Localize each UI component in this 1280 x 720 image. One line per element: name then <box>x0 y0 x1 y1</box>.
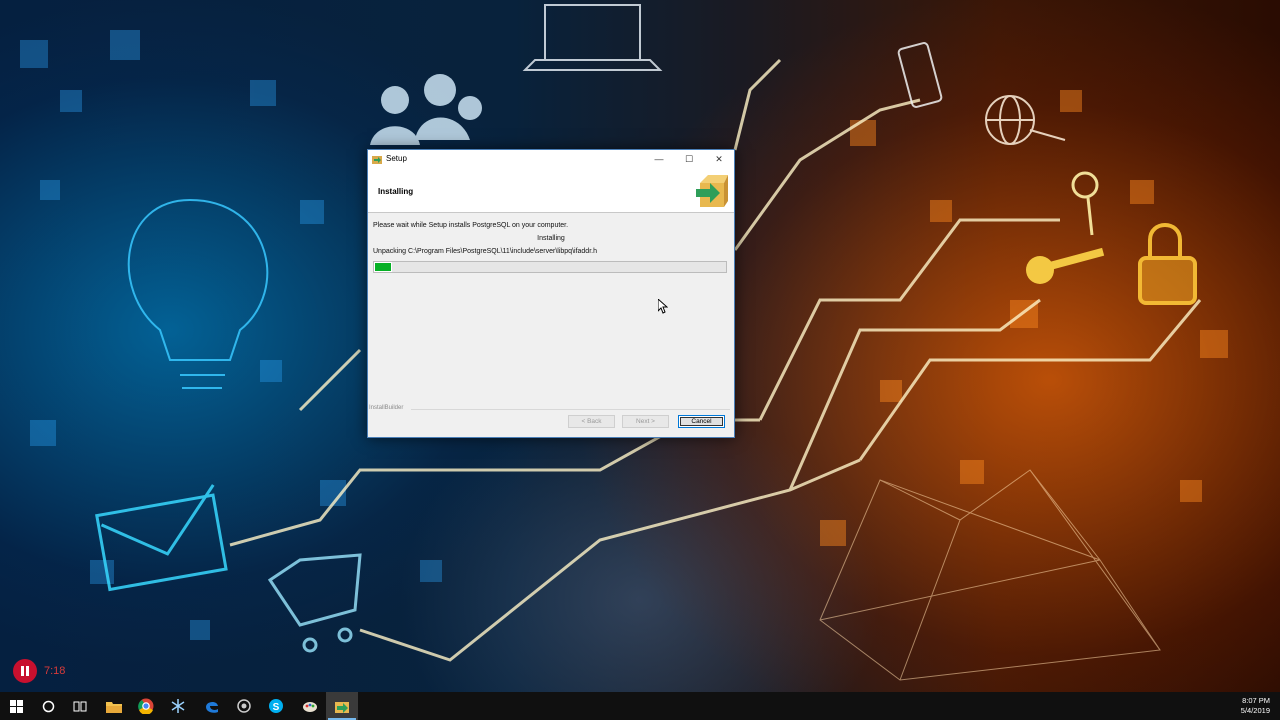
windows-start-icon[interactable] <box>0 692 32 720</box>
back-button[interactable]: < Back <box>568 415 615 428</box>
clock-time: 8:07 PM <box>1242 696 1270 705</box>
current-file-text: Unpacking C:\Program Files\PostgreSQL\11… <box>373 248 597 255</box>
phone-graphic <box>897 42 943 108</box>
status-text: Installing <box>537 235 565 242</box>
chrome-icon[interactable] <box>130 692 162 720</box>
maximize-button[interactable]: ☐ <box>674 150 704 169</box>
setup-app-icon <box>372 156 382 164</box>
snowflake-app-icon[interactable] <box>162 692 194 720</box>
lightbulb-graphic <box>127 198 269 389</box>
key-graphic <box>1026 247 1105 284</box>
envelope-graphic <box>95 484 228 592</box>
padlock-graphic <box>1138 223 1197 305</box>
network-cloud-graphic <box>819 469 1161 681</box>
paint-icon[interactable] <box>294 692 326 720</box>
dialog-titlebar[interactable]: Setup — ☐ ✕ <box>368 150 734 169</box>
progress-fill <box>374 262 392 272</box>
cart-graphic <box>267 553 362 653</box>
info-text: Please wait while Setup installs Postgre… <box>373 222 569 229</box>
magnifier-graphic <box>1071 171 1099 236</box>
laptop-graphic <box>522 4 663 71</box>
recording-pause-button[interactable] <box>13 659 37 683</box>
footer-divider <box>411 409 730 410</box>
recording-time: 7:18 <box>44 665 66 677</box>
page-title: Installing <box>378 187 414 196</box>
file-explorer-icon[interactable] <box>98 692 130 720</box>
skype-icon[interactable]: S <box>260 692 292 720</box>
install-progress-bar <box>373 261 727 273</box>
taskbar: S <box>0 692 1280 720</box>
system-clock[interactable]: 8:07 PM 5/4/2019 <box>1241 696 1270 716</box>
svg-text:S: S <box>273 702 280 713</box>
search-circle-icon[interactable] <box>32 692 64 720</box>
dialog-header: Installing <box>368 169 734 213</box>
mouse-cursor-icon <box>658 299 668 314</box>
package-box-icon <box>696 175 728 207</box>
cortana-circle-icon[interactable] <box>228 692 260 720</box>
minimize-button[interactable]: — <box>644 150 674 169</box>
cancel-button[interactable]: Cancel <box>678 415 725 428</box>
close-button[interactable]: ✕ <box>704 150 734 169</box>
users-graphic <box>370 74 482 145</box>
next-button[interactable]: Next > <box>622 415 669 428</box>
edge-icon[interactable] <box>196 692 228 720</box>
setup-dialog: Setup — ☐ ✕ Installing Please wait while… <box>367 149 735 438</box>
clock-date: 5/4/2019 <box>1240 706 1270 715</box>
globe-graphic <box>985 95 1066 145</box>
installbuilder-brand: InstallBuilder <box>369 405 404 411</box>
dialog-title: Setup <box>386 154 407 163</box>
task-view-icon[interactable] <box>64 692 96 720</box>
setup-installer-icon[interactable] <box>326 692 358 720</box>
